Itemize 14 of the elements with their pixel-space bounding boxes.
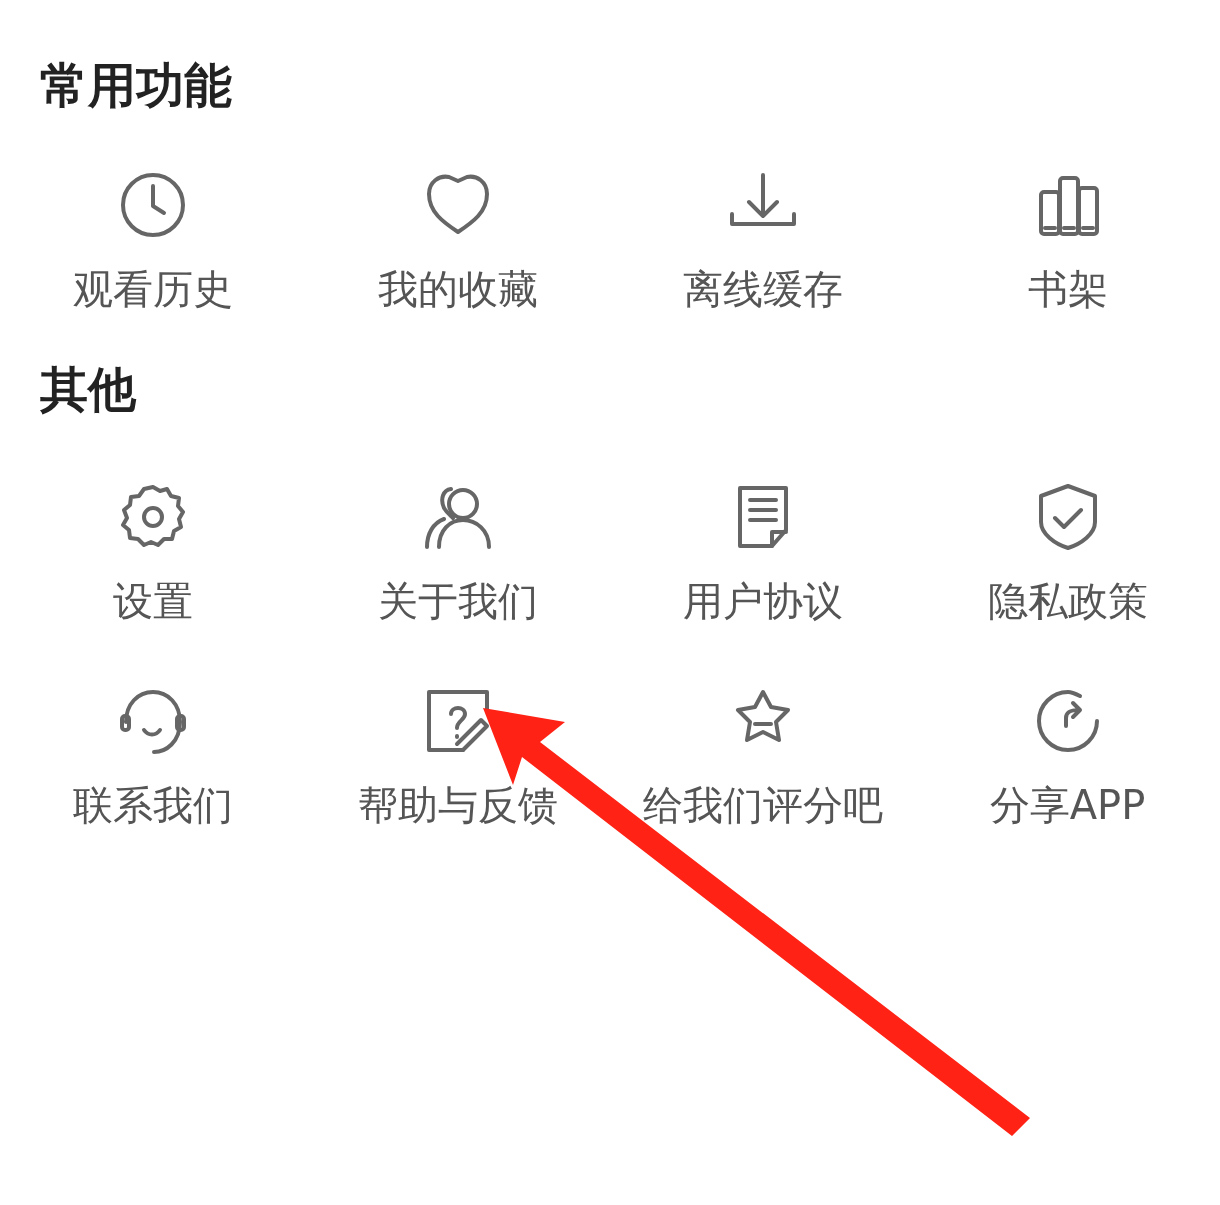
menu-item-label[interactable]: 关于我们 [377, 576, 538, 626]
menu-item-label[interactable]: 观看历史 [72, 264, 233, 314]
menu-item-label[interactable]: 设置 [112, 576, 193, 626]
section-title: 常用功能 [40, 56, 233, 115]
menu-item-label[interactable]: 给我们评分吧 [642, 780, 883, 830]
menu-item-label[interactable]: 隐私政策 [987, 576, 1148, 626]
menu-item-label[interactable]: 我的收藏 [377, 264, 538, 314]
menu-item-label[interactable]: 分享APP [989, 780, 1146, 830]
menu-item-label[interactable]: 用户协议 [682, 576, 843, 626]
menu-item-label[interactable]: 书架 [1027, 264, 1108, 314]
section-title: 其他 [40, 360, 138, 419]
menu-item-label[interactable]: 联系我们 [72, 780, 233, 830]
menu-item-label[interactable]: 帮助与反馈 [357, 780, 558, 830]
menu-item-label[interactable]: 离线缓存 [682, 264, 843, 314]
